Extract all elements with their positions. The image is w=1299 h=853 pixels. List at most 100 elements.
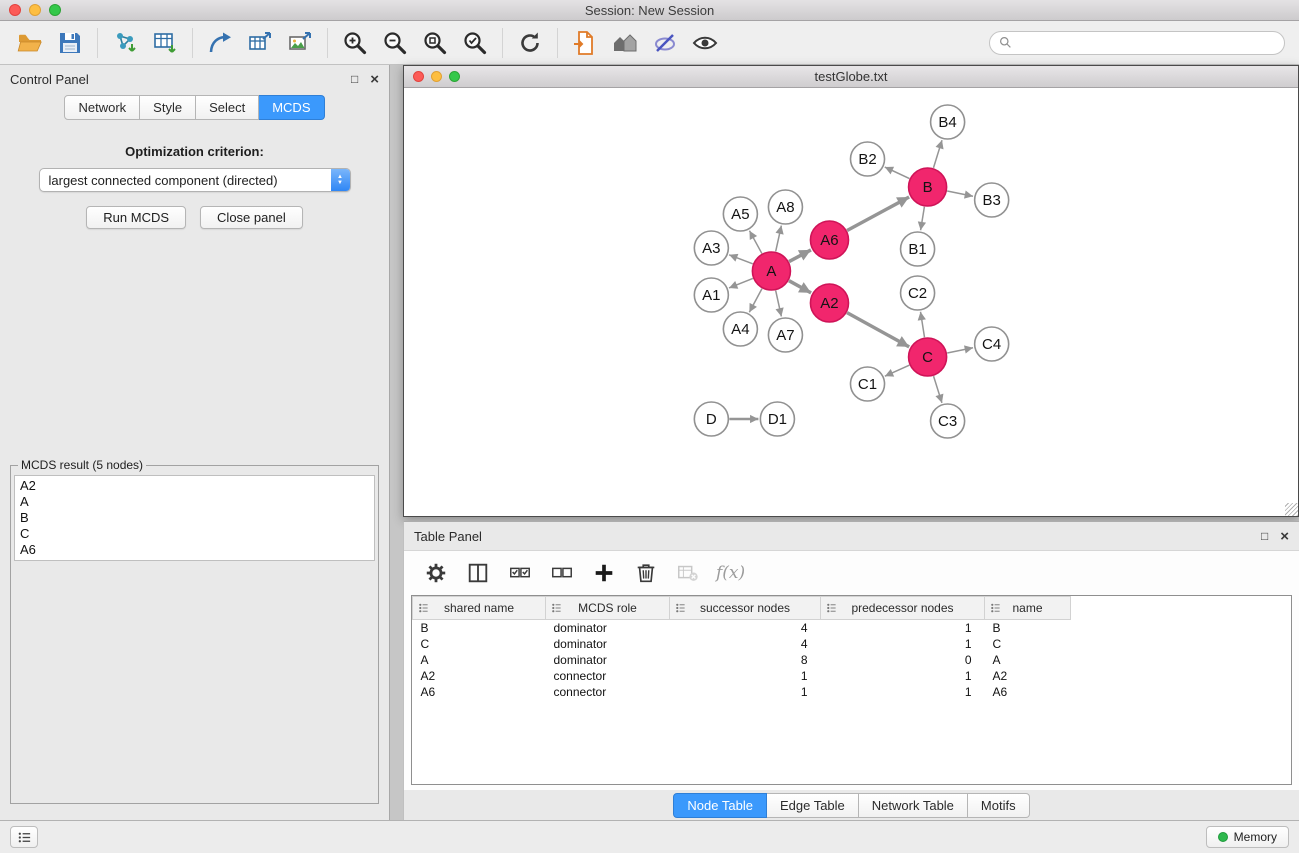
search-box[interactable] xyxy=(989,31,1285,55)
close-view-button[interactable] xyxy=(413,71,424,82)
select-all-icon[interactable] xyxy=(502,555,538,591)
apply-layout-icon[interactable] xyxy=(510,25,550,61)
tab-select[interactable]: Select xyxy=(196,95,259,120)
node-B3[interactable]: B3 xyxy=(975,183,1009,217)
edge-A-A3[interactable] xyxy=(729,255,753,264)
export-network-icon[interactable] xyxy=(200,25,240,61)
edge-C-C3[interactable] xyxy=(934,376,942,403)
close-window-button[interactable] xyxy=(9,4,21,16)
tab-node-table[interactable]: Node Table xyxy=(673,793,767,818)
column-header-shared-name[interactable]: shared name xyxy=(413,597,546,620)
node-D1[interactable]: D1 xyxy=(760,402,794,436)
node-B4[interactable]: B4 xyxy=(931,105,965,139)
tab-motifs[interactable]: Motifs xyxy=(968,793,1030,818)
node-A8[interactable]: A8 xyxy=(768,190,802,224)
node-A6[interactable]: A6 xyxy=(810,221,848,259)
edge-C-C1[interactable] xyxy=(885,365,909,376)
column-header-mcds-role[interactable]: MCDS role xyxy=(546,597,670,620)
node-A5[interactable]: A5 xyxy=(723,197,757,231)
node-A[interactable]: A xyxy=(752,252,790,290)
memory-button[interactable]: Memory xyxy=(1206,826,1289,848)
node-B2[interactable]: B2 xyxy=(850,142,884,176)
node-B[interactable]: B xyxy=(909,168,947,206)
column-header-predecessor-nodes[interactable]: predecessor nodes xyxy=(821,597,985,620)
export-image-icon[interactable] xyxy=(280,25,320,61)
node-C2[interactable]: C2 xyxy=(901,276,935,310)
node-C3[interactable]: C3 xyxy=(931,404,965,438)
edge-A-A5[interactable] xyxy=(749,231,761,254)
edge-C-C4[interactable] xyxy=(947,348,973,353)
zoom-in-icon[interactable] xyxy=(335,25,375,61)
zoom-out-icon[interactable] xyxy=(375,25,415,61)
node-A4[interactable]: A4 xyxy=(723,312,757,346)
column-header-successor-nodes[interactable]: successor nodes xyxy=(670,597,821,620)
add-column-icon[interactable] xyxy=(586,555,622,591)
network-canvas[interactable]: B4 B2 B B3 A5 A8A6 A3 B1 A C2 A1 A2 A4 A7 C4 C C1 D D1 C3 xyxy=(404,88,1298,516)
edge-B-B4[interactable] xyxy=(933,140,942,168)
edge-A-A4[interactable] xyxy=(749,289,762,313)
float-panel-icon[interactable]: □ xyxy=(351,73,358,85)
column-selector-icon[interactable] xyxy=(460,555,496,591)
minimize-window-button[interactable] xyxy=(29,4,41,16)
node-A2[interactable]: A2 xyxy=(810,284,848,322)
function-builder-icon[interactable]: f(x) xyxy=(716,563,745,583)
show-graphics-details-icon[interactable] xyxy=(685,25,725,61)
deselect-all-icon[interactable] xyxy=(544,555,580,591)
edge-A2-C[interactable] xyxy=(847,313,909,347)
zoom-view-button[interactable] xyxy=(449,71,460,82)
float-table-panel-icon[interactable]: □ xyxy=(1261,530,1268,542)
tab-edge-table[interactable]: Edge Table xyxy=(767,793,859,818)
edge-A6-B[interactable] xyxy=(847,197,909,230)
resize-grip[interactable] xyxy=(1285,503,1298,516)
node-A7[interactable]: A7 xyxy=(768,318,802,352)
mcds-result-list[interactable]: A2 A B C A6 xyxy=(14,475,375,561)
import-network-icon[interactable] xyxy=(105,25,145,61)
node-D[interactable]: D xyxy=(694,402,728,436)
edge-A-A7[interactable] xyxy=(776,291,782,317)
delete-icon[interactable] xyxy=(628,555,664,591)
home-icon[interactable] xyxy=(605,25,645,61)
edge-A-A2[interactable] xyxy=(789,281,811,293)
table-row[interactable]: A dominator 8 0 A xyxy=(413,652,1071,668)
minimize-view-button[interactable] xyxy=(431,71,442,82)
task-history-button[interactable] xyxy=(10,826,38,848)
node-C4[interactable]: C4 xyxy=(975,327,1009,361)
node-C1[interactable]: C1 xyxy=(850,367,884,401)
tab-network[interactable]: Network xyxy=(64,95,140,120)
table-settings-icon[interactable] xyxy=(418,555,454,591)
zoom-fit-icon[interactable] xyxy=(415,25,455,61)
zoom-selected-icon[interactable] xyxy=(455,25,495,61)
hide-graphics-details-icon[interactable] xyxy=(645,25,685,61)
edge-B-B2[interactable] xyxy=(885,167,910,179)
tab-style[interactable]: Style xyxy=(140,95,196,120)
import-table-icon[interactable] xyxy=(145,25,185,61)
edge-A-A6[interactable] xyxy=(789,250,811,262)
table-row[interactable]: A6 connector 1 1 A6 xyxy=(413,684,1071,700)
delete-table-icon[interactable] xyxy=(670,555,706,591)
column-header-name[interactable]: name xyxy=(985,597,1071,620)
tab-network-table[interactable]: Network Table xyxy=(859,793,968,818)
edge-B-B1[interactable] xyxy=(921,207,925,230)
tab-mcds[interactable]: MCDS xyxy=(259,95,324,120)
node-A3[interactable]: A3 xyxy=(694,231,728,265)
node-C[interactable]: C xyxy=(909,338,947,376)
run-mcds-button[interactable]: Run MCDS xyxy=(86,206,186,229)
close-table-panel-icon[interactable]: × xyxy=(1280,529,1289,544)
export-table-icon[interactable] xyxy=(240,25,280,61)
table-row[interactable]: A2 connector 1 1 A2 xyxy=(413,668,1071,684)
criterion-select[interactable]: largest connected component (directed) ▲… xyxy=(39,168,351,192)
edge-C-C2[interactable] xyxy=(921,312,925,337)
save-icon[interactable] xyxy=(50,25,90,61)
edge-A-A8[interactable] xyxy=(776,226,782,252)
close-panel-icon[interactable]: × xyxy=(370,72,379,87)
zoom-window-button[interactable] xyxy=(49,4,61,16)
table-row[interactable]: C dominator 4 1 C xyxy=(413,636,1071,652)
edge-B-B3[interactable] xyxy=(947,191,973,196)
open-icon[interactable] xyxy=(10,25,50,61)
node-B1[interactable]: B1 xyxy=(901,232,935,266)
edge-A-A1[interactable] xyxy=(729,278,753,288)
node-A1[interactable]: A1 xyxy=(694,278,728,312)
close-panel-button[interactable]: Close panel xyxy=(200,206,303,229)
table-row[interactable]: B dominator 4 1 B xyxy=(413,620,1071,636)
first-neighbors-icon[interactable] xyxy=(565,25,605,61)
